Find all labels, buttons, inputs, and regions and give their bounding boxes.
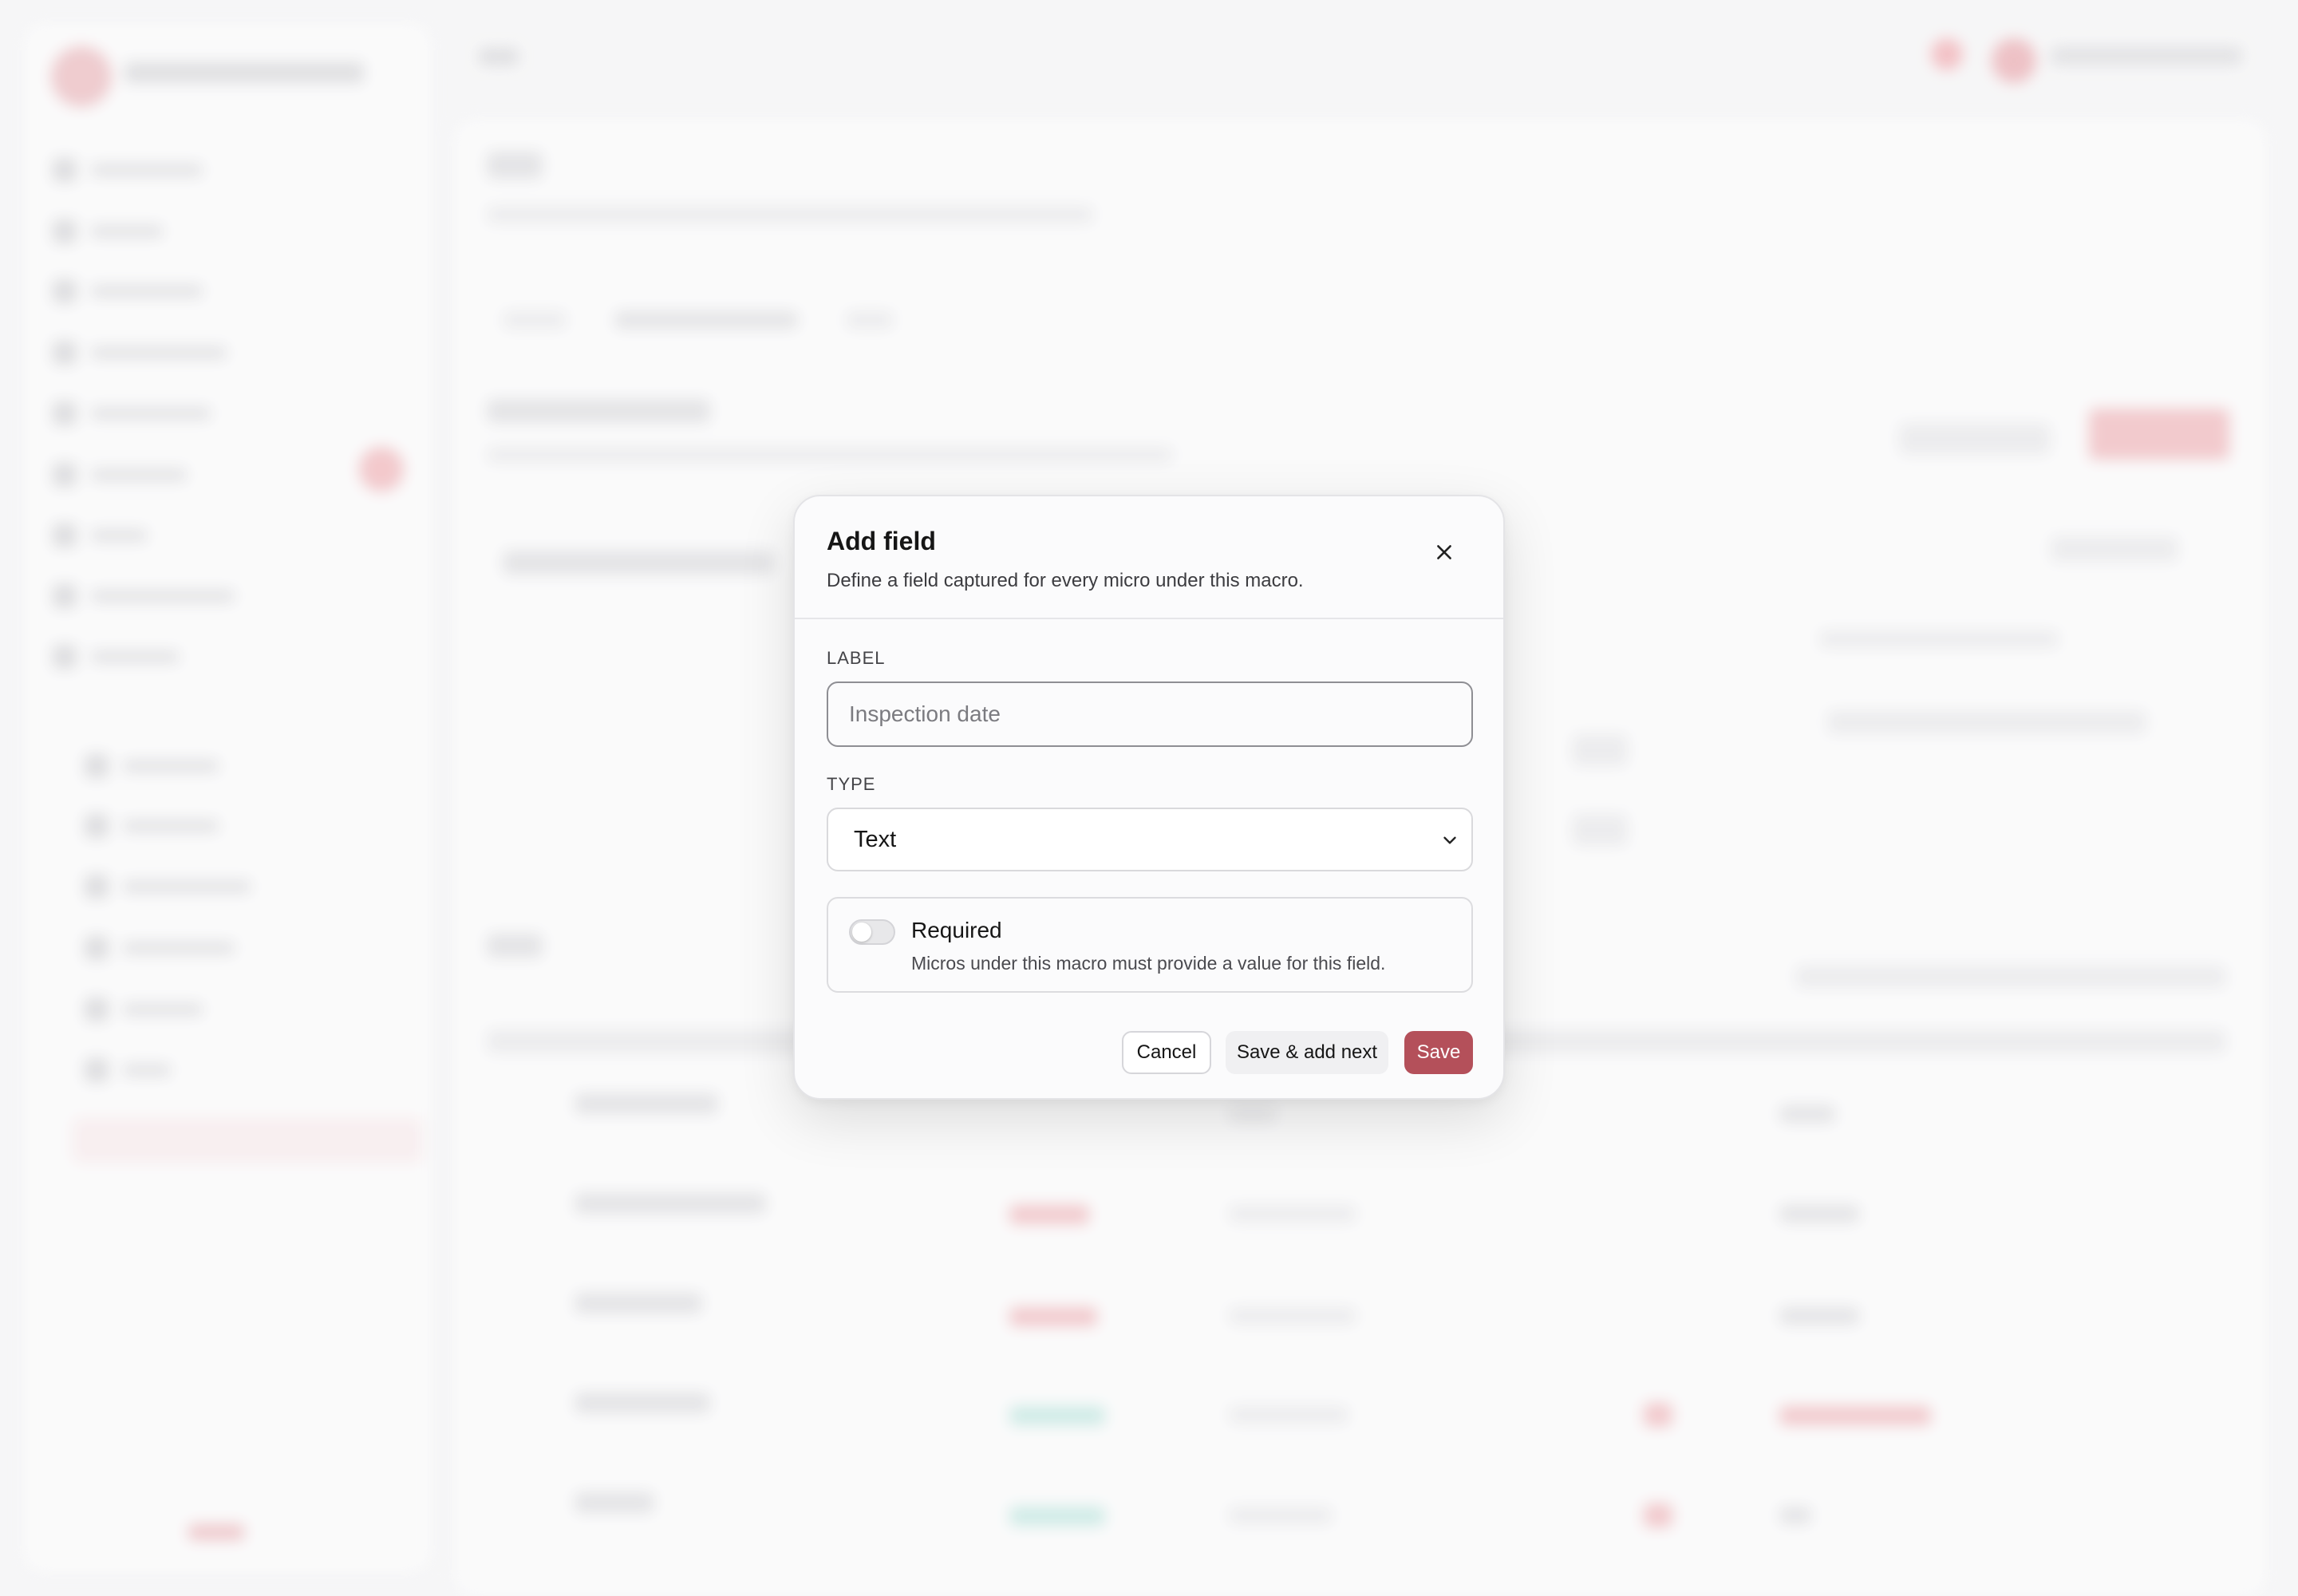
close-icon bbox=[1437, 545, 1451, 559]
dialog-header: Add field Define a field captured for ev… bbox=[795, 496, 1503, 619]
required-title: Required bbox=[911, 918, 1002, 942]
type-select-value: Text bbox=[854, 826, 897, 852]
type-select[interactable]: Text bbox=[827, 808, 1473, 871]
add-field-dialog: Add field Define a field captured for ev… bbox=[793, 495, 1505, 1100]
toggle-knob bbox=[852, 922, 871, 942]
required-toggle[interactable] bbox=[849, 919, 895, 945]
cancel-button[interactable]: Cancel bbox=[1122, 1031, 1211, 1074]
dialog-subtitle: Define a field captured for every micro … bbox=[827, 570, 1304, 591]
type-field-label: TYPE bbox=[827, 774, 876, 794]
required-option: Required Micros under this macro must pr… bbox=[827, 897, 1473, 993]
label-field-label: LABEL bbox=[827, 648, 886, 668]
dialog-title: Add field bbox=[827, 527, 936, 555]
save-button[interactable]: Save bbox=[1404, 1031, 1473, 1074]
close-button[interactable] bbox=[1425, 533, 1463, 571]
chevron-down-icon bbox=[1443, 836, 1456, 844]
required-description: Micros under this macro must provide a v… bbox=[911, 953, 1386, 974]
label-input[interactable] bbox=[827, 681, 1473, 747]
save-add-next-button[interactable]: Save & add next bbox=[1226, 1031, 1388, 1074]
